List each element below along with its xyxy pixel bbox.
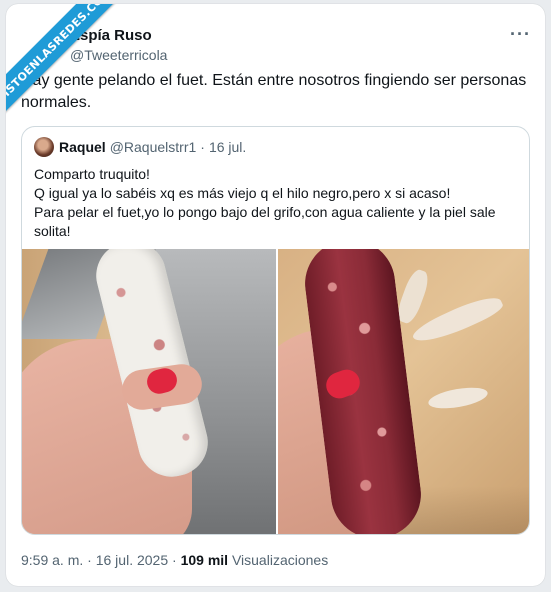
quoted-tweet-text: Comparto truquito! Q igual ya lo sabéis … [34,165,519,241]
quoted-tweet[interactable]: Raquel @Raquelstrr1 · 16 jul. Comparto t… [21,126,530,535]
quoted-tweet-header: Raquel @Raquelstrr1 · 16 jul. [34,137,246,157]
more-options-icon[interactable]: ··· [510,24,531,45]
quoted-date[interactable]: 16 jul. [209,139,246,155]
quoted-author-name[interactable]: Raquel [59,139,106,155]
peeled-skin-shape [409,289,505,351]
avatar[interactable] [34,137,54,157]
media-grid [22,249,529,534]
separator: · [87,552,92,568]
photo-fuet-peeled[interactable] [277,249,529,534]
quoted-text-line: Comparto truquito! [34,166,150,182]
views-count: 109 mil [180,552,229,568]
separator: · [200,139,205,155]
watermark: VISTOENLASREDES.COM [6,4,126,124]
quoted-text-line: Q igual ya lo sabéis xq es más viejo q e… [34,185,451,201]
quoted-author-handle[interactable]: @Raquelstrr1 [110,139,197,155]
photo-fuet-with-skin[interactable] [22,249,276,534]
watermark-ribbon: VISTOENLASREDES.COM [6,4,125,117]
separator: · [172,552,177,568]
post-date[interactable]: 16 jul. 2025 [96,552,168,568]
views-label: Visualizaciones [231,552,329,568]
tweet-footer: 9:59 a. m. · 16 jul. 2025 · 109 mil Visu… [21,552,328,568]
post-time[interactable]: 9:59 a. m. [21,552,83,568]
quoted-text-line: Para pelar el fuet,yo lo pongo bajo del … [34,204,496,220]
quoted-text-line: solita! [34,223,71,239]
tweet-card: VISTOENLASREDES.COM Espía Ruso @Tweeterr… [6,4,545,586]
peeled-skin-shape [426,383,489,413]
